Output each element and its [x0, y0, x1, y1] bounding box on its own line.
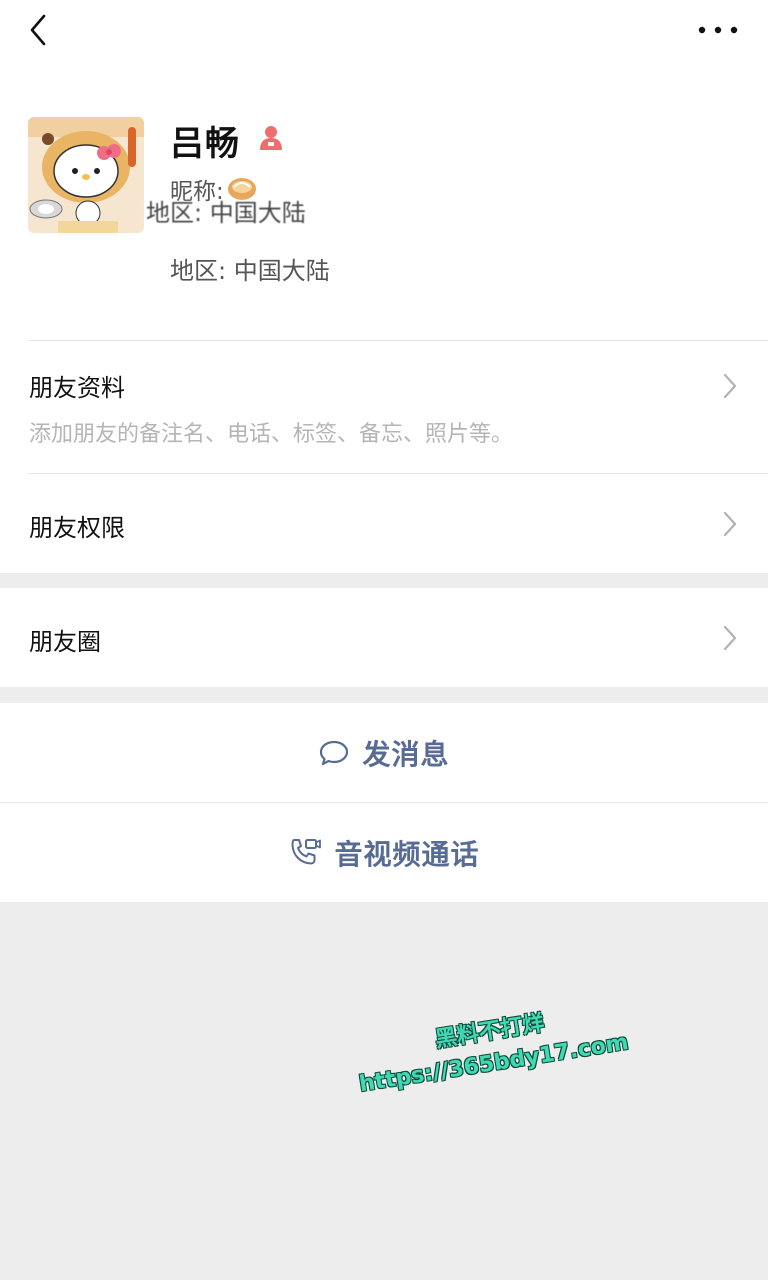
video-call-icon [291, 838, 322, 864]
send-message-button[interactable]: 发消息 [0, 703, 768, 802]
chat-bubble-icon [320, 740, 349, 765]
divider [0, 802, 768, 803]
moments-title: 朋友圈 [29, 628, 101, 656]
friend-info-row[interactable]: 朋友资料 添加朋友的备注名、电话、标签、备忘、照片等。 [0, 340, 768, 473]
friend-permissions-row[interactable]: 朋友权限 [0, 473, 768, 573]
ghost-region-text: 地区: 中国大陆 [146, 199, 306, 227]
send-message-label: 发消息 [362, 737, 450, 771]
av-call-label: 音视频通话 [334, 837, 480, 871]
friend-permissions-title: 朋友权限 [29, 514, 125, 542]
region-text: 地区: 中国大陆 [170, 257, 330, 285]
profile-name: 吕畅 [170, 124, 240, 164]
profile-header: 吕畅 昵称: 地区: 中国大陆 地区: 中国大陆 [0, 0, 768, 340]
divider [28, 473, 768, 474]
more-dots-icon[interactable] [696, 16, 740, 44]
friend-info-subtitle: 添加朋友的备注名、电话、标签、备忘、照片等。 [29, 422, 514, 447]
back-arrow-icon[interactable] [22, 10, 62, 50]
avatar-image [28, 117, 144, 233]
chevron-right-icon [723, 511, 737, 537]
moments-row[interactable]: 朋友圈 [0, 588, 768, 687]
chevron-right-icon [723, 373, 737, 399]
female-icon [260, 126, 282, 150]
av-call-button[interactable]: 音视频通话 [0, 802, 768, 902]
avatar[interactable] [28, 117, 144, 233]
watermark: 黑料不打烊 https://365bdy17.com [352, 995, 631, 1101]
friend-info-title: 朋友资料 [29, 374, 125, 402]
divider [28, 340, 768, 341]
chevron-right-icon [723, 625, 737, 651]
